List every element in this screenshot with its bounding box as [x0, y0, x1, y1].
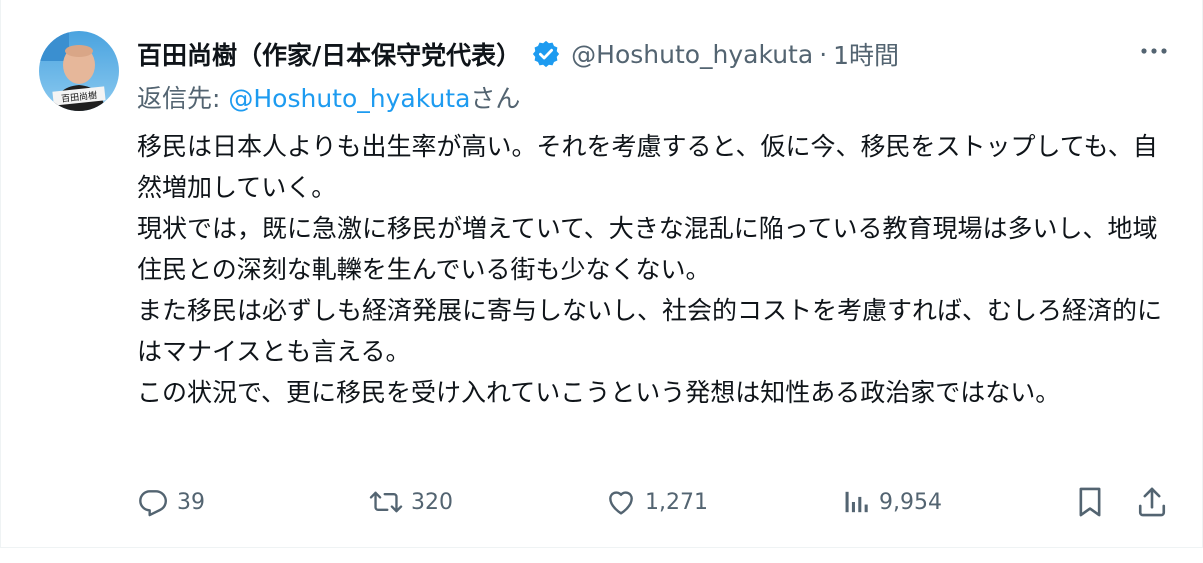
share-button[interactable]: [1136, 482, 1168, 522]
reply-to-prefix: 返信先:: [137, 84, 229, 113]
author-name[interactable]: 百田尚樹（作家/日本保守党代表）: [137, 36, 521, 72]
heart-icon: [609, 491, 633, 515]
reply-to-line: 返信先: @Hoshuto_hyakutaさん: [137, 79, 520, 115]
tweet-paragraph: 現状では，既に急激に移民が増えていて、大きな混乱に陥っている教育現場は多いし、地…: [137, 214, 1158, 284]
repost-button[interactable]: 320: [369, 482, 453, 522]
reply-count: 39: [177, 489, 205, 515]
verified-badge-icon[interactable]: [531, 39, 561, 69]
avatar[interactable]: 百田尚樹: [39, 31, 119, 111]
tweet-paragraph: この状況で、更に移民を受け入れていこうという発想は知性ある政治家ではない。: [137, 378, 1061, 407]
timestamp[interactable]: 1時間: [833, 36, 899, 72]
more-icon[interactable]: [1136, 36, 1172, 66]
tweet-header: 百田尚樹（作家/日本保守党代表） @Hoshuto_hyakuta · 1時間: [137, 34, 899, 74]
like-count: 1,271: [645, 489, 708, 515]
tweet-card[interactable]: 百田尚樹 百田尚樹（作家/日本保守党代表） @Hoshuto_hyakuta ·…: [0, 0, 1203, 548]
views-icon: [845, 491, 868, 513]
share-icon: [1138, 487, 1166, 517]
repost-icon: [369, 491, 403, 513]
like-button[interactable]: 1,271: [605, 482, 708, 522]
reply-button[interactable]: 39: [137, 482, 205, 522]
reply-icon: [139, 490, 167, 517]
action-bar: 39 320 1,271 9,954: [1, 482, 1203, 522]
repost-count: 320: [411, 489, 453, 515]
bookmark-button[interactable]: [1075, 482, 1105, 522]
tweet-paragraph: 移民は日本人よりも出生率が高い。それを考慮すると、仮に今、移民をストップしても、…: [137, 132, 1158, 202]
reply-to-suffix: さん: [470, 84, 521, 113]
views-count: 9,954: [879, 489, 942, 515]
tweet-paragraph: また移民は必ずしも経済発展に寄与しないし、社会的コストを考慮すれば、むしろ経済的…: [137, 296, 1163, 366]
separator-dot: ·: [819, 39, 828, 69]
reply-to-mention[interactable]: @Hoshuto_hyakuta: [228, 84, 470, 113]
author-handle[interactable]: @Hoshuto_hyakuta: [571, 40, 813, 69]
bookmark-icon: [1079, 487, 1101, 517]
views-button[interactable]: 9,954: [843, 482, 942, 522]
tweet-body: 移民は日本人よりも出生率が高い。それを考慮すると、仮に今、移民をストップしても、…: [137, 126, 1167, 413]
